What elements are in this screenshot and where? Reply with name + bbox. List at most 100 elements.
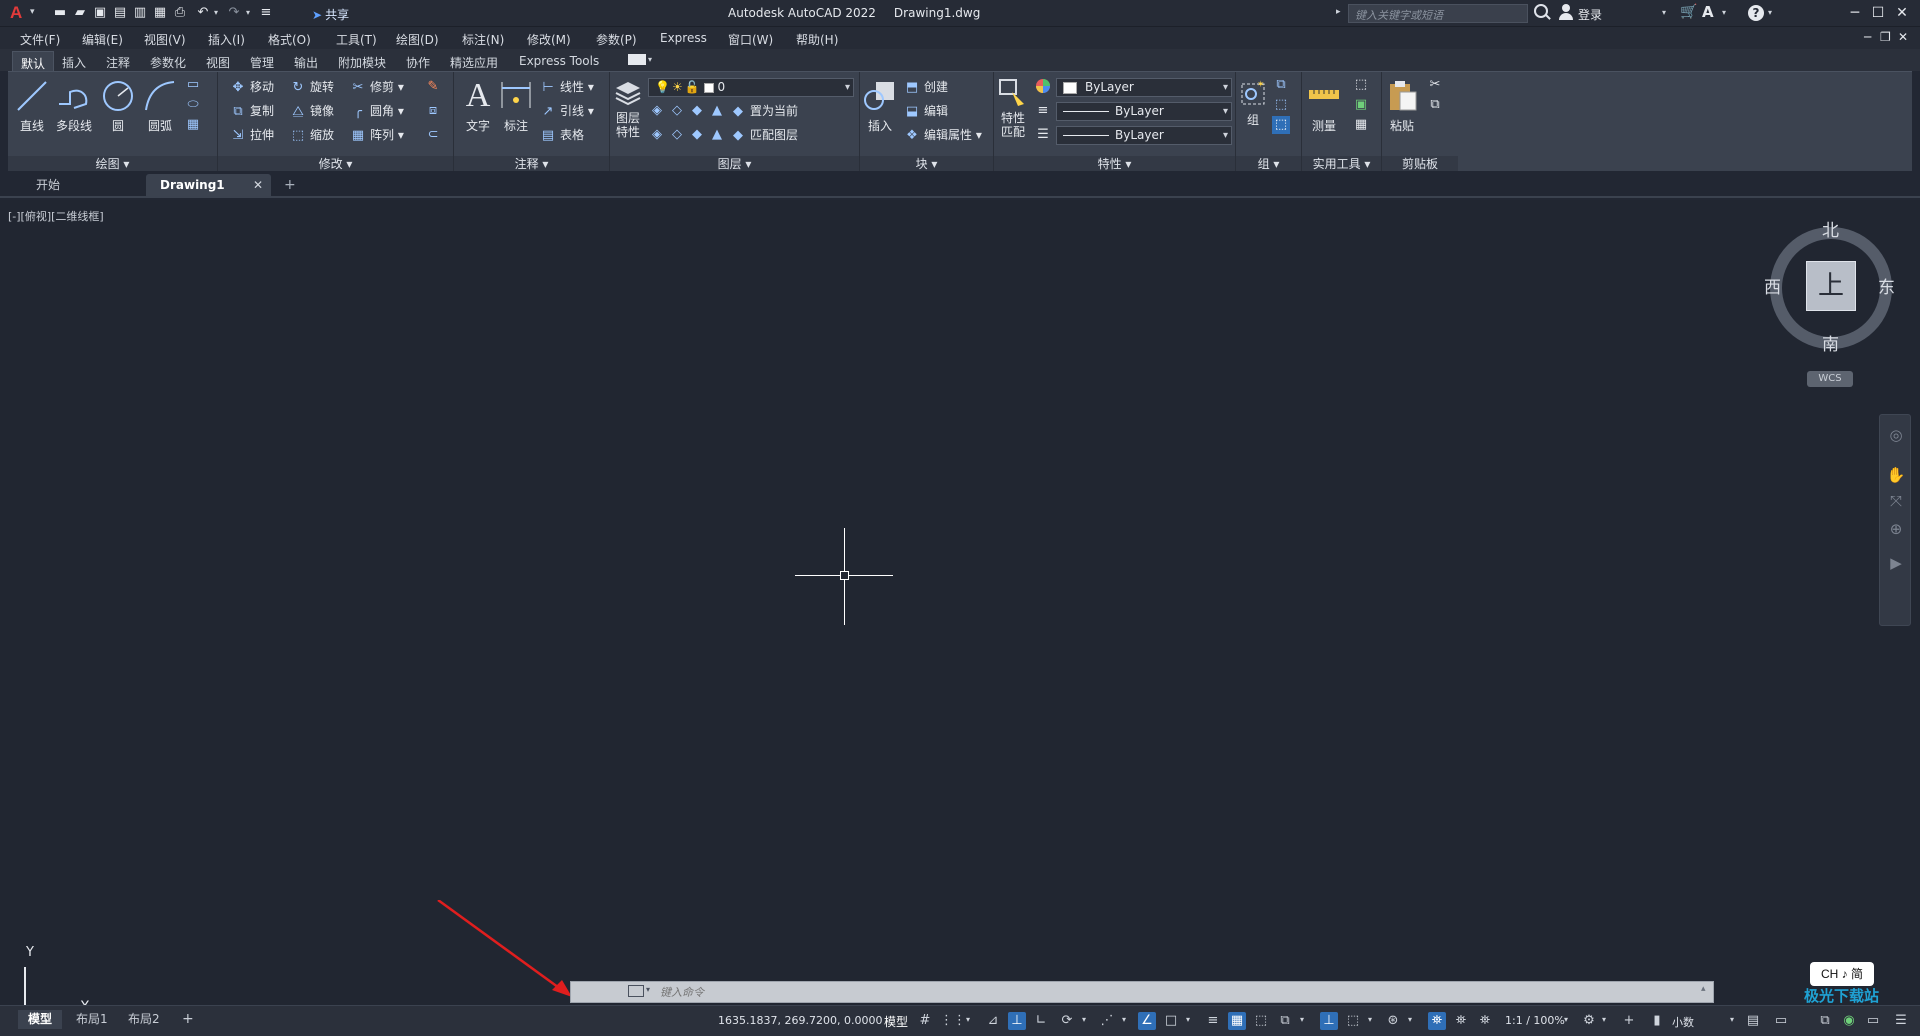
compass-west[interactable]: 西	[1764, 273, 1781, 298]
a360-caret-icon[interactable]: ▾	[1722, 8, 1726, 17]
command-input[interactable]	[660, 983, 1700, 1001]
login-button[interactable]: 登录	[1578, 6, 1602, 23]
transparency-icon[interactable]: ▦	[1228, 1012, 1246, 1030]
layer-off-icon[interactable]: ◈	[648, 102, 666, 120]
share-button[interactable]: ➤ 共享	[312, 6, 349, 23]
lineweight-dropdown[interactable]: ByLayer	[1056, 102, 1232, 121]
erase-icon[interactable]: ✎	[424, 78, 442, 96]
menu-modify[interactable]: 修改(M)	[527, 31, 571, 48]
match-layer-tool[interactable]: ◆ 匹配图层	[730, 126, 798, 144]
open-web-icon[interactable]: ▥	[132, 5, 148, 21]
object-snap-caret-icon[interactable]: ▾	[1186, 1015, 1190, 1024]
menu-edit[interactable]: 编辑(E)	[82, 31, 123, 48]
text-tool[interactable]: A 文字	[460, 78, 496, 134]
hatch-icon[interactable]: ▦	[184, 116, 202, 134]
undo-icon[interactable]: ↶	[195, 5, 211, 21]
3d-osnap-caret-icon[interactable]: ▾	[1300, 1015, 1304, 1024]
menu-dimension[interactable]: 标注(N)	[462, 31, 504, 48]
steering-wheel-icon[interactable]: ◎	[1886, 425, 1906, 445]
minimize-icon[interactable]: ─	[1845, 3, 1865, 23]
command-recent-caret-icon[interactable]: ▾	[646, 985, 650, 994]
explode-icon[interactable]: ⧈	[424, 102, 442, 120]
menu-format[interactable]: 格式(O)	[268, 31, 311, 48]
snap-icon[interactable]: ⋮⋮	[940, 1012, 966, 1030]
units-ruler-icon[interactable]: ▮	[1648, 1012, 1666, 1030]
clean-screen-icon[interactable]: ▭	[1864, 1012, 1882, 1030]
match-properties-tool[interactable]: 特性 匹配	[996, 78, 1030, 139]
isodraft-caret-icon[interactable]: ▾	[1122, 1015, 1126, 1024]
search-icon[interactable]	[1534, 4, 1548, 18]
circle-tool[interactable]: 圆	[98, 78, 138, 134]
selection-filter-caret-icon[interactable]: ▾	[1368, 1015, 1372, 1024]
tab-featured-apps[interactable]: 精选应用	[450, 54, 498, 71]
open-folder-icon[interactable]: ▰	[72, 5, 88, 21]
layer-isolate-icon[interactable]: ◇	[668, 102, 686, 120]
group-select-icon[interactable]: ⬚	[1272, 116, 1290, 134]
layer-freeze-icon[interactable]: ◆	[688, 102, 706, 120]
panel-modify-title[interactable]: 修改 ▾	[218, 156, 453, 172]
menu-insert[interactable]: 插入(I)	[208, 31, 245, 48]
ortho-icon[interactable]: ∟	[1032, 1012, 1050, 1030]
redo-icon[interactable]: ↷	[226, 5, 242, 21]
pan-hand-icon[interactable]: ✋	[1886, 465, 1906, 485]
customize-qat-icon[interactable]: ≡	[258, 5, 274, 21]
app-menu-caret-icon[interactable]: ▾	[30, 7, 35, 17]
menu-express[interactable]: Express	[660, 31, 707, 45]
layout-tab-layout2[interactable]: 布局2	[118, 1010, 170, 1029]
zoom-extents-icon[interactable]: ⤧	[1886, 491, 1906, 511]
3d-osnap-icon[interactable]: ⧉	[1276, 1012, 1294, 1030]
viewport-controls[interactable]: [-][俯视][二维线框]	[8, 208, 104, 224]
mirror-tool[interactable]: ⧋ 镜像	[290, 102, 334, 120]
arc-tool[interactable]: 圆弧	[140, 78, 180, 134]
ribbon-display-caret-icon[interactable]: ▾	[648, 55, 652, 64]
leader-tool[interactable]: ↗ 引线 ▾	[540, 102, 594, 120]
menu-help[interactable]: 帮助(H)	[796, 31, 838, 48]
new-file-icon[interactable]: ▬	[52, 5, 68, 21]
edit-block-tool[interactable]: ⬓ 编辑	[904, 102, 948, 120]
doc-close-icon[interactable]: ✕	[1898, 30, 1908, 44]
lineweight-icon[interactable]: ≡	[1034, 102, 1052, 120]
tab-view[interactable]: 视图	[206, 54, 230, 71]
tab-addins[interactable]: 附加模块	[338, 54, 386, 71]
customization-menu-icon[interactable]: ☰	[1892, 1012, 1910, 1030]
panel-utilities-title[interactable]: 实用工具 ▾	[1302, 156, 1381, 172]
compass-south[interactable]: 南	[1822, 330, 1839, 355]
viewcube-top-face[interactable]: 上	[1806, 261, 1856, 311]
panel-block-title[interactable]: 块 ▾	[860, 156, 993, 172]
gizmo-icon[interactable]: ⊛	[1384, 1012, 1402, 1030]
make-current-tool[interactable]: ◆ 置为当前	[730, 102, 798, 120]
ribbon-display-toggle-icon[interactable]	[628, 54, 646, 65]
layout-tab-layout1[interactable]: 布局1	[66, 1010, 118, 1029]
trim-tool[interactable]: ✂ 修剪 ▾	[350, 78, 404, 96]
offset-icon[interactable]: ⊂	[424, 126, 442, 144]
save-icon[interactable]: ▣	[92, 5, 108, 21]
cart-icon[interactable]: 🛒	[1680, 4, 1697, 20]
layer-thaw-all-icon[interactable]: ◆	[688, 126, 706, 144]
gizmo-caret-icon[interactable]: ▾	[1408, 1015, 1412, 1024]
model-space-button[interactable]: 模型	[884, 1013, 908, 1030]
rectangle-icon[interactable]: ▭	[184, 76, 202, 94]
annotation-visibility-icon[interactable]: ⛯	[1428, 1012, 1446, 1030]
user-icon[interactable]	[1559, 4, 1573, 20]
plot-icon[interactable]: ⎙	[172, 5, 188, 21]
autocad-logo-icon[interactable]: A	[10, 3, 22, 23]
layer-on-all-icon[interactable]: ◈	[648, 126, 666, 144]
layout-tab-model[interactable]: 模型	[18, 1010, 63, 1029]
tab-output[interactable]: 输出	[294, 54, 318, 71]
menu-view[interactable]: 视图(V)	[144, 31, 186, 48]
login-caret-icon[interactable]: ▾	[1662, 8, 1666, 17]
menu-parametric[interactable]: 参数(P)	[596, 31, 637, 48]
polyline-tool[interactable]: 多段线	[52, 78, 96, 134]
layer-unlock-all-icon[interactable]: ▲	[708, 126, 726, 144]
search-expand-icon[interactable]: ▸	[1336, 7, 1341, 17]
ime-indicator[interactable]: CH ♪ 简	[1810, 962, 1874, 986]
showmotion-icon[interactable]: ▶	[1886, 553, 1906, 573]
hardware-acceleration-icon[interactable]: ◉	[1840, 1012, 1858, 1030]
table-tool[interactable]: ▤ 表格	[540, 126, 584, 144]
insert-block-tool[interactable]: 插入	[862, 78, 898, 134]
cut-icon[interactable]: ✂	[1426, 76, 1444, 94]
orbit-icon[interactable]: ⊕	[1886, 519, 1906, 539]
search-input[interactable]: 键入关键字或短语	[1348, 4, 1528, 23]
save-as-icon[interactable]: ▤	[112, 5, 128, 21]
linetype-icon[interactable]: ☰	[1034, 126, 1052, 144]
